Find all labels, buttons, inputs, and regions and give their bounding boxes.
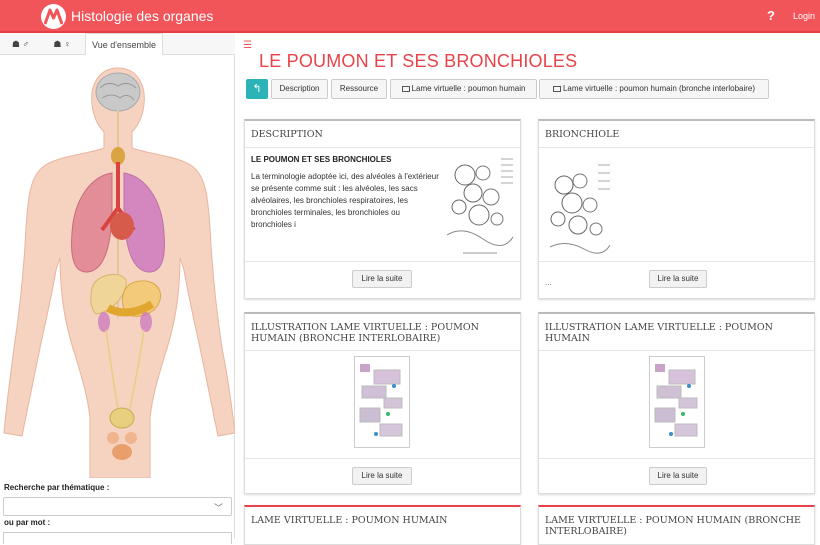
card-title: LAME VIRTUELLE : POUMON HUMAIN (BRONCHE …	[545, 515, 801, 537]
image-icon	[552, 86, 561, 92]
virtual-slide-bronchus-card: LAME VIRTUELLE : POUMON HUMAIN (BRONCHE …	[538, 505, 815, 545]
tab-male[interactable]: ☗ ♂	[0, 33, 41, 55]
top-bar: Histologie des organes ? Login	[0, 0, 820, 33]
bladder	[109, 407, 135, 429]
theme-search-label: Recherche par thématique :	[4, 483, 110, 492]
card-subtitle: LE POUMON ET SES BRONCHIOLES	[251, 155, 392, 164]
card-divider	[539, 261, 814, 262]
card-divider	[245, 350, 520, 351]
card-divider	[245, 458, 520, 459]
slide-illustration-thumbnail[interactable]	[649, 356, 705, 448]
illustration-lung-card: ILLUSTRATION LAME VIRTUELLE : POUMON HUM…	[538, 312, 815, 494]
card-title: ILLUSTRATION LAME VIRTUELLE : POUMON HUM…	[545, 322, 773, 344]
app-logo[interactable]	[41, 4, 66, 29]
card-title: BRIONCHIOLE	[545, 129, 620, 140]
read-more-button[interactable]: Lire la suite	[649, 270, 707, 288]
card-divider	[245, 261, 520, 262]
bronchiole-card: BRIONCHIOLE ... Lire la suite	[538, 119, 815, 299]
theme-select[interactable]: ﹀	[3, 497, 232, 516]
left-panel: ☗ ♂ ☗ ♀ Vue d'ensemble Recherche par thé…	[0, 33, 235, 544]
tab-female[interactable]: ☗ ♀	[41, 33, 83, 55]
panel-tabs: ☗ ♂ ☗ ♀ Vue d'ensemble	[0, 33, 235, 55]
read-more-button[interactable]: Lire la suite	[352, 467, 412, 485]
bronchiole-drawing-thumbnail[interactable]	[544, 155, 614, 259]
back-arrow-icon: ↰	[252, 83, 262, 95]
read-more-button[interactable]: Lire la suite	[352, 270, 412, 288]
main-content: ☰ LE POUMON ET SES BRONCHIOLES ↰ Descrip…	[235, 33, 820, 545]
app-title[interactable]: Histologie des organes	[71, 8, 213, 24]
card-divider	[539, 350, 814, 351]
virtual-slide-lung-label: Lame virtuelle : poumon humain	[411, 84, 526, 93]
card-divider	[245, 147, 520, 148]
card-text: La terminologie adoptée ici, des alvéole…	[251, 172, 439, 229]
read-more-button[interactable]: Lire la suite	[649, 467, 707, 485]
histology-drawing-thumbnail[interactable]	[443, 155, 517, 257]
page-title: LE POUMON ET SES BRONCHIOLES	[259, 51, 578, 71]
menu-icon[interactable]: ☰	[243, 40, 252, 51]
tab-overview[interactable]: Vue d'ensemble	[85, 33, 163, 55]
logo-icon	[44, 8, 63, 25]
virtual-slide-bronchus-button[interactable]: Lame virtuelle : poumon humain (bronche …	[539, 79, 769, 99]
card-title: LAME VIRTUELLE : POUMON HUMAIN	[251, 515, 448, 526]
card-ellipsis: ...	[545, 278, 552, 287]
card-divider	[539, 147, 814, 148]
heart	[110, 212, 134, 240]
illustration-bronchus-card: ILLUSTRATION LAME VIRTUELLE : POUMON HUM…	[244, 312, 521, 494]
card-divider	[539, 458, 814, 459]
word-search-input[interactable]	[3, 532, 232, 544]
anatomy-figure[interactable]	[0, 58, 235, 478]
slide-illustration-thumbnail[interactable]	[354, 356, 410, 448]
virtual-slide-lung-card: LAME VIRTUELLE : POUMON HUMAIN	[244, 505, 521, 545]
image-icon	[401, 86, 410, 92]
card-title: ILLUSTRATION LAME VIRTUELLE : POUMON HUM…	[251, 322, 479, 344]
login-link[interactable]: Login	[793, 11, 815, 21]
back-button[interactable]: ↰	[246, 79, 268, 99]
resource-button[interactable]: Ressource	[331, 79, 387, 99]
card-title: DESCRIPTION	[251, 129, 323, 140]
help-button[interactable]: ?	[767, 8, 775, 23]
description-card: DESCRIPTION LE POUMON ET SES BRONCHIOLES…	[244, 119, 521, 299]
virtual-slide-bronchus-label: Lame virtuelle : poumon humain (bronche …	[562, 84, 756, 93]
word-search-label: ou par mot :	[4, 518, 51, 527]
description-button[interactable]: Description	[271, 79, 328, 99]
brain	[95, 72, 141, 112]
chevron-down-icon: ﹀	[213, 503, 223, 513]
virtual-slide-lung-button[interactable]: Lame virtuelle : poumon humain	[390, 79, 537, 99]
